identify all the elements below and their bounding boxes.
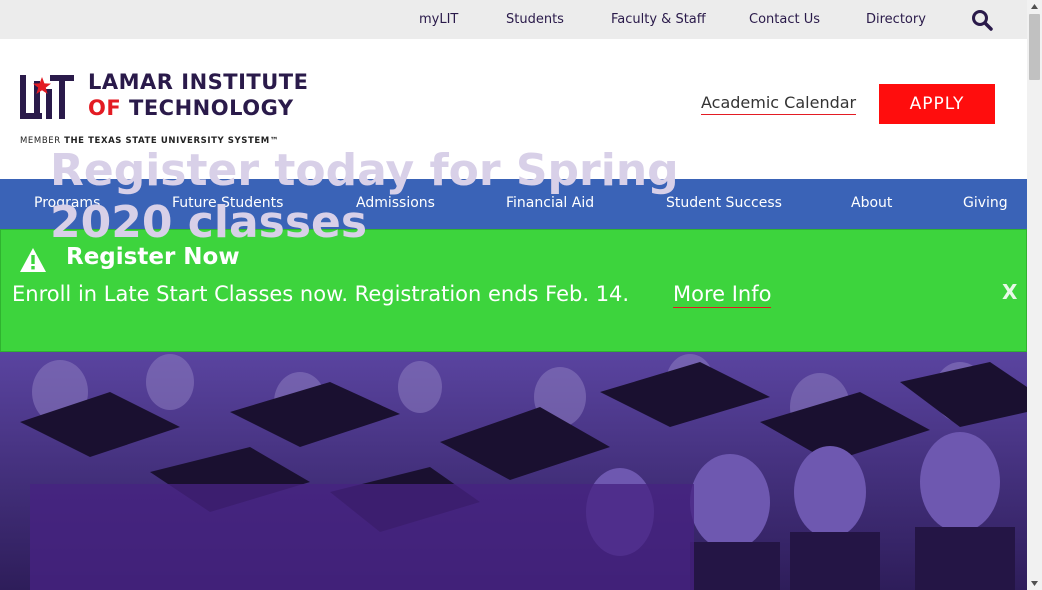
hero-banner (0, 352, 1027, 590)
scroll-down-arrow-icon[interactable] (1027, 576, 1042, 590)
logo-name-line2: OF TECHNOLOGY (88, 96, 294, 120)
nav-item-giving[interactable]: Giving (963, 195, 1008, 211)
utility-link-students[interactable]: Students (506, 12, 564, 27)
utility-link-contact-us[interactable]: Contact Us (749, 12, 820, 27)
utility-link-mylit[interactable]: myLIT (419, 12, 458, 27)
logo-technology-text: TECHNOLOGY (129, 96, 294, 120)
lit-logo-icon (20, 75, 74, 119)
close-alert-button[interactable]: X (1002, 280, 1017, 304)
more-info-link[interactable]: More Info (673, 282, 772, 308)
search-icon (972, 10, 993, 31)
apply-button[interactable]: APPLY (879, 84, 995, 124)
hero-headline-box (30, 484, 694, 590)
alert-message: Enroll in Late Start Classes now. Regist… (12, 282, 630, 306)
logo-name-line1: LAMAR INSTITUTE (88, 70, 309, 94)
search-button[interactable] (970, 8, 994, 32)
logo-of-text: OF (88, 96, 122, 120)
hero-headline: Register today for Spring 2020 classes (50, 145, 679, 248)
scrollbar-thumb[interactable] (1029, 14, 1040, 80)
page: myLIT Students Faculty & Staff Contact U… (0, 0, 1027, 590)
warning-icon (20, 248, 46, 272)
utility-bar: myLIT Students Faculty & Staff Contact U… (0, 0, 1027, 39)
vertical-scrollbar[interactable] (1027, 0, 1042, 590)
nav-item-about[interactable]: About (851, 195, 892, 211)
utility-link-directory[interactable]: Directory (866, 12, 926, 27)
academic-calendar-link[interactable]: Academic Calendar (701, 93, 857, 115)
utility-link-faculty-staff[interactable]: Faculty & Staff (611, 12, 706, 27)
scroll-up-arrow-icon[interactable] (1027, 0, 1042, 14)
